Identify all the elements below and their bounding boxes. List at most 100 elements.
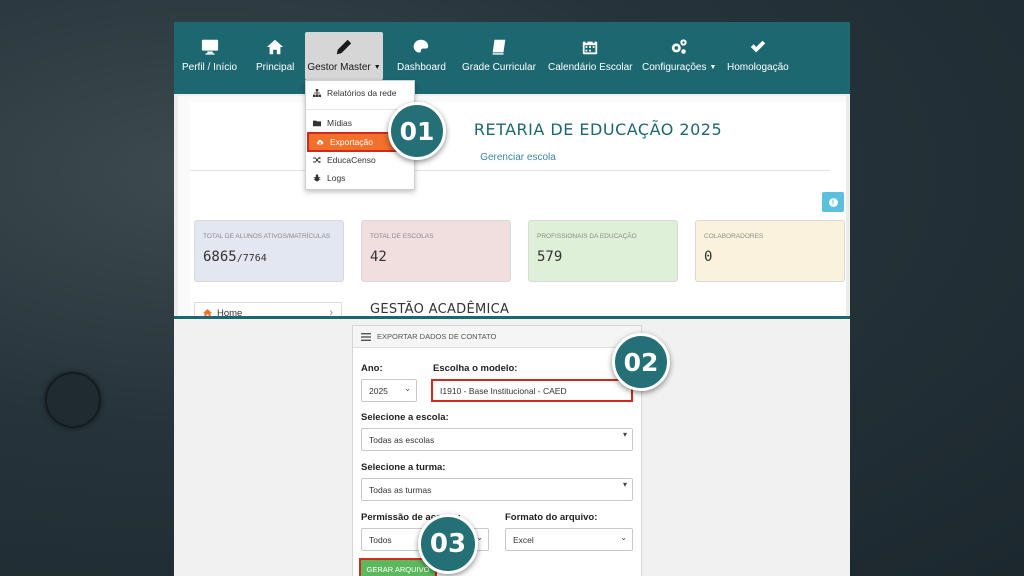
model-select-value: I1910 - Base Institucional - CAED [440,385,567,396]
header-divider [190,170,830,171]
nav-item-gestor-master[interactable]: Gestor Master ▼ [305,32,383,80]
export-panel-header: EXPORTAR DADOS DE CONTATO [353,326,641,348]
generate-file-button-label: GERAR ARQUIVO [366,564,430,574]
stat-card-colaboradores: COLABORADORES 0 [695,220,845,282]
stat-value-sub: /7764 [236,253,267,264]
top-content-inner: RETARIA DE EDUCAÇÃO 2025 Gerenciar escol… [190,102,846,316]
menu-item-relatorios[interactable]: Relatórios da rede [306,85,414,101]
export-contact-panel: EXPORTAR DADOS DE CONTATO Ano: 2025 ⌄ Es… [352,325,642,576]
bottom-screenshot-panel: EXPORTAR DADOS DE CONTATO Ano: 2025 ⌄ Es… [174,316,850,576]
page-title: RETARIA DE EDUCAÇÃO 2025 [190,120,846,139]
chevron-down-icon: ⌄ [620,533,627,542]
nav-item-grade-curricular[interactable]: Grade Curricular [462,32,536,80]
school-select-value: Todas as escolas [369,434,435,445]
callout-badge-02: 02 [612,333,670,391]
gears-icon [672,39,687,54]
menu-item-label: Mídias [327,118,353,128]
monitor-icon [201,39,218,55]
caret-down-icon: ▼ [709,64,717,71]
bug-icon [313,174,321,182]
nav-item-label: Homologação [727,62,789,73]
check-icon [750,40,766,53]
menu-item-label: EducaCenso [327,155,376,165]
nav-item-calendario[interactable]: Calendário Escolar [548,32,633,80]
sitemap-icon [313,89,321,97]
format-select[interactable]: Excel ⌄ [505,528,633,551]
nav-item-label: Dashboard [397,62,446,73]
nav-item-configuracoes[interactable]: Configurações ▼ [642,32,716,80]
menu-item-educacenso[interactable]: EducaCenso [306,152,414,168]
info-button[interactable]: i [822,192,844,212]
stat-label: COLABORADORES [704,233,764,240]
stat-value-main: 6865 [203,249,237,265]
stat-card-escolas: TOTAL DE ESCOLAS 42 [361,220,511,282]
palette-icon [414,39,429,53]
stat-value: 6865/7764 [203,249,267,265]
export-panel-title: EXPORTAR DADOS DE CONTATO [377,332,497,341]
shuffle-icon [313,156,321,164]
stat-value: 0 [704,249,713,265]
nav-item-dashboard[interactable]: Dashboard [397,32,446,80]
callout-number: 03 [429,529,467,559]
home-icon [267,39,284,55]
nav-item-label: Perfil / Início [182,62,238,73]
main-navbar: Perfil / Início Principal Gestor Master … [174,22,850,94]
home-icon [203,309,212,316]
callout-number: 02 [623,347,659,377]
format-label: Formato do arquivo: [505,512,598,523]
nav-item-homologacao[interactable]: Homologação [727,32,789,80]
model-select[interactable]: I1910 - Base Institucional - CAED [431,379,633,402]
callout-number: 01 [399,116,435,146]
menu-item-logs[interactable]: Logs [306,170,414,186]
folder-icon [313,120,321,127]
permission-select-value: Todos [369,534,392,545]
calendar-icon [583,39,598,55]
top-screenshot-panel: Perfil / Início Principal Gestor Master … [174,22,850,316]
info-icon: i [828,197,838,207]
caret-down-icon: ▾ [622,480,627,489]
stat-label: TOTAL DE ESCOLAS [370,233,434,240]
stat-value: 579 [537,249,563,265]
menu-item-label: Exportação [330,137,373,147]
nav-item-label: Configurações [642,62,707,73]
cloud-download-icon [316,139,324,145]
sidebar-item-home[interactable]: Home › [194,302,342,316]
caret-down-icon: ▾ [622,430,627,439]
stat-card-profissionais: PROFISSIONAIS DA EDUCAÇÃO 579 [528,220,678,282]
nav-item-label: Grade Curricular [462,62,536,73]
top-content-area: RETARIA DE EDUCAÇÃO 2025 Gerenciar escol… [178,94,846,316]
school-select[interactable]: Todas as escolas ▾ [361,428,633,451]
nav-item-perfil[interactable]: Perfil / Início [182,32,237,80]
stat-label: PROFISSIONAIS DA EDUCAÇÃO [537,233,637,240]
caret-down-icon: ▼ [373,64,381,71]
class-select[interactable]: Todas as turmas ▾ [361,478,633,501]
stat-card-alunos: TOTAL DE ALUNOS ATIVOS/MATRÍCULAS 6865/7… [194,220,344,282]
list-icon [361,333,371,341]
callout-badge-03: 03 [418,514,478,574]
pencil-icon [336,39,352,55]
manage-school-link[interactable]: Gerenciar escola [190,152,846,163]
sidebar-item-label: Home [217,308,243,316]
nav-item-principal[interactable]: Principal [256,32,294,80]
school-label: Selecione a escola: [361,412,449,423]
chevron-down-icon: ⌄ [404,384,411,393]
section-title: GESTÃO ACADÊMICA [370,302,510,316]
class-label: Selecione a turma: [361,462,446,473]
year-select-value: 2025 [369,385,388,396]
year-label: Ano: [361,363,383,374]
nav-item-label: Calendário Escolar [548,62,633,73]
chevron-right-icon: › [329,307,333,316]
book-icon [492,39,506,55]
class-select-value: Todas as turmas [369,484,432,495]
nav-item-label: Principal [256,62,295,73]
model-label: Escolha o modelo: [433,363,518,374]
format-select-value: Excel [513,534,534,545]
stat-value: 42 [370,249,387,265]
manage-school-link-text[interactable]: Gerenciar escola [480,152,556,163]
year-select[interactable]: 2025 ⌄ [361,379,417,402]
callout-badge-01: 01 [388,102,446,160]
stat-label: TOTAL DE ALUNOS ATIVOS/MATRÍCULAS [203,233,331,240]
menu-item-label: Logs [327,173,346,183]
menu-item-label: Relatórios da rede [327,88,397,98]
background-circle-decoration [45,372,101,428]
